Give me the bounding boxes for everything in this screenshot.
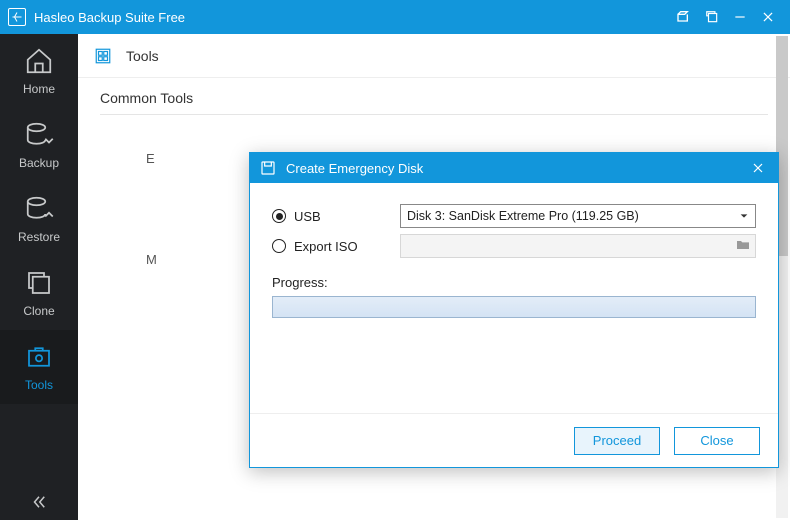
sidebar-item-clone[interactable]: Clone <box>0 256 78 330</box>
page-header: Tools <box>78 34 790 78</box>
iso-path-field <box>400 234 756 258</box>
bg-text: E <box>146 151 155 166</box>
sidebar-item-restore[interactable]: Restore <box>0 182 78 256</box>
sidebar-item-label: Backup <box>19 156 59 170</box>
dialog-close-button[interactable] <box>748 162 768 174</box>
browse-folder-button[interactable] <box>735 237 751 256</box>
backup-icon <box>24 120 54 150</box>
restore-icon <box>24 194 54 224</box>
chevron-double-left-icon <box>30 493 48 511</box>
main-panel: Tools Common Tools E nt M Create Emergen… <box>78 34 790 520</box>
proceed-button[interactable]: Proceed <box>574 427 660 455</box>
sidebar-item-label: Clone <box>23 304 54 318</box>
create-emergency-disk-dialog: Create Emergency Disk USB Disk 3: SanDis… <box>249 152 779 468</box>
sidebar-item-label: Restore <box>18 230 60 244</box>
sidebar-item-label: Tools <box>25 378 53 392</box>
window-restore-icon[interactable] <box>698 3 726 31</box>
folder-icon <box>735 237 751 253</box>
tools-icon <box>24 342 54 372</box>
dialog-titlebar: Create Emergency Disk <box>250 153 778 183</box>
usb-disk-selected: Disk 3: SanDisk Extreme Pro (119.25 GB) <box>407 209 739 223</box>
sidebar-item-label: Home <box>23 82 55 96</box>
close-icon <box>752 162 764 174</box>
open-icon[interactable] <box>670 3 698 31</box>
app-icon <box>8 8 26 26</box>
disk-icon <box>260 160 276 176</box>
export-iso-radio[interactable] <box>272 239 286 253</box>
titlebar: Hasleo Backup Suite Free <box>0 0 790 34</box>
progress-label: Progress: <box>272 275 756 290</box>
dialog-title: Create Emergency Disk <box>286 161 423 176</box>
usb-disk-select[interactable]: Disk 3: SanDisk Extreme Pro (119.25 GB) <box>400 204 756 228</box>
bg-text: M <box>146 252 157 267</box>
usb-radio-label: USB <box>294 209 321 224</box>
progress-bar <box>272 296 756 318</box>
usb-radio[interactable] <box>272 209 286 223</box>
section-title: Common Tools <box>100 90 768 115</box>
sidebar-item-tools[interactable]: Tools <box>0 330 78 404</box>
sidebar-item-backup[interactable]: Backup <box>0 108 78 182</box>
sidebar-item-home[interactable]: Home <box>0 34 78 108</box>
collapse-sidebar-button[interactable] <box>0 484 78 520</box>
grid-icon <box>94 47 112 65</box>
sidebar: Home Backup Restore Clone Tools <box>0 34 78 520</box>
page-title: Tools <box>126 48 159 64</box>
app-title: Hasleo Backup Suite Free <box>34 10 670 25</box>
clone-icon <box>24 268 54 298</box>
close-window-button[interactable] <box>754 3 782 31</box>
chevron-down-icon <box>739 211 749 221</box>
export-iso-radio-label: Export ISO <box>294 239 358 254</box>
close-button[interactable]: Close <box>674 427 760 455</box>
minimize-button[interactable] <box>726 3 754 31</box>
home-icon <box>24 46 54 76</box>
